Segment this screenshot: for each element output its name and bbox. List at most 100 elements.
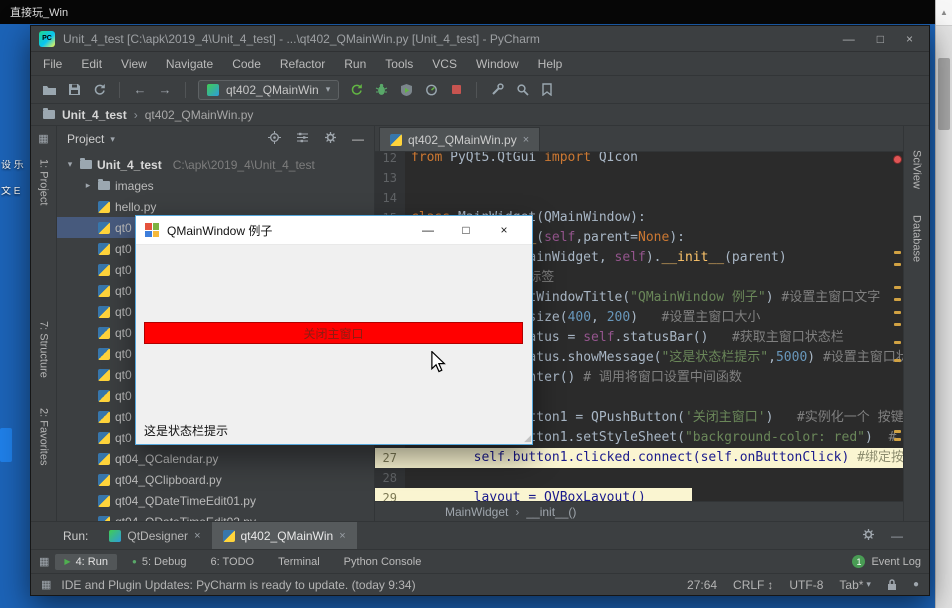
warning-stripe-mark[interactable] <box>894 286 901 289</box>
line-number[interactable]: 14 <box>375 188 405 208</box>
line-number[interactable]: 27 <box>375 448 405 468</box>
warning-stripe-mark[interactable] <box>894 341 901 344</box>
line-number[interactable]: 28 <box>375 468 405 488</box>
scrollbar-thumb[interactable] <box>938 58 950 130</box>
desktop-scrollbar[interactable]: ▲ <box>935 0 952 608</box>
code-line[interactable]: 29 layout = QVBoxLayout() <box>375 488 903 501</box>
statusbar-grid-icon[interactable]: ▦ <box>41 578 51 591</box>
quick-access-icon[interactable]: ▦ <box>39 555 49 568</box>
code-line[interactable]: 12from PyQt5.QtGui import QIcon <box>375 152 903 168</box>
desktop-icon-label[interactable]: 文 E <box>1 186 29 198</box>
inspections-icon[interactable]: ● <box>913 579 919 590</box>
menu-view[interactable]: View <box>121 57 147 71</box>
toolwindow-event-log[interactable]: Event Log <box>871 556 921 568</box>
tree-item[interactable]: qt04_QDateTimeEdit02.py <box>57 511 374 521</box>
hide-panel-icon[interactable]: — <box>891 529 903 543</box>
bookmark-icon[interactable] <box>539 83 555 96</box>
menu-navigate[interactable]: Navigate <box>166 57 213 71</box>
toolwindow-5-debug[interactable]: ●5: Debug <box>123 554 196 570</box>
tool-tab-project[interactable]: 1: Project <box>38 159 50 205</box>
background-window-titlebar[interactable]: 直接玩_Win <box>0 0 935 24</box>
tool-tab-sciview[interactable]: SciView <box>911 150 923 189</box>
minimize-button[interactable]: — <box>843 32 855 46</box>
code-line[interactable]: 14 <box>375 188 903 208</box>
close-icon[interactable]: × <box>194 530 200 542</box>
search-icon[interactable] <box>514 83 530 96</box>
tool-tab-favorites[interactable]: 2: Favorites <box>38 408 50 465</box>
filter-icon[interactable] <box>296 132 309 146</box>
close-icon[interactable]: × <box>339 530 345 542</box>
open-icon[interactable] <box>41 83 57 96</box>
tree-item[interactable]: ▾Unit_4_testC:\apk\2019_4\Unit_4_test <box>57 154 374 175</box>
gear-icon[interactable] <box>862 528 875 544</box>
file-encoding[interactable]: UTF-8 <box>789 578 823 592</box>
qt-titlebar[interactable]: QMainWindow 例子 — □ × <box>136 216 532 245</box>
run-tab-qt402_qmainwin[interactable]: qt402_QMainWin× <box>212 522 357 550</box>
tool-buttons-icon[interactable]: ▦ <box>38 132 48 145</box>
error-indicator-icon[interactable] <box>893 155 902 164</box>
breadcrumb-method[interactable]: __init__() <box>526 505 576 519</box>
forward-icon[interactable]: → <box>157 82 173 97</box>
menu-window[interactable]: Window <box>476 57 519 71</box>
maximize-button[interactable]: □ <box>877 32 884 46</box>
run-coverage-icon[interactable] <box>398 83 414 96</box>
code-line[interactable]: 28 <box>375 468 903 488</box>
menu-code[interactable]: Code <box>232 57 261 71</box>
line-number[interactable]: 29 <box>375 488 405 501</box>
back-icon[interactable]: ← <box>132 82 148 97</box>
editor-tab[interactable]: qt402_QMainWin.py × <box>379 127 540 151</box>
project-view-selector[interactable]: Project <box>67 132 104 146</box>
code-line[interactable]: 27 self.button1.clicked.connect(self.onB… <box>375 448 903 468</box>
profiler-icon[interactable] <box>423 83 439 96</box>
warning-stripe-mark[interactable] <box>894 359 901 362</box>
close-icon[interactable]: × <box>523 134 529 146</box>
tool-tab-database[interactable]: Database <box>911 215 923 262</box>
tree-item[interactable]: qt04_QDateTimeEdit01.py <box>57 490 374 511</box>
stop-icon[interactable] <box>448 84 464 95</box>
lock-icon[interactable] <box>887 578 897 591</box>
line-number[interactable]: 12 <box>375 152 405 168</box>
wrench-icon[interactable] <box>489 83 505 96</box>
warning-stripe-mark[interactable] <box>894 251 901 254</box>
save-icon[interactable] <box>66 83 82 96</box>
menu-help[interactable]: Help <box>538 57 563 71</box>
indent-style[interactable]: Tab* <box>839 578 863 592</box>
toolwindow-4-run[interactable]: ▶4: Run <box>55 554 117 570</box>
toolwindow-python-console[interactable]: Python Console <box>335 554 431 570</box>
tree-item[interactable]: qt04_QCalendar.py <box>57 448 374 469</box>
tree-item[interactable]: qt04_QClipboard.py <box>57 469 374 490</box>
caret-position[interactable]: 27:64 <box>687 578 717 592</box>
debug-icon[interactable] <box>373 83 389 96</box>
run-tab-qtdesigner[interactable]: QtDesigner× <box>98 522 211 550</box>
desktop-app-icon[interactable] <box>0 428 12 462</box>
close-main-window-button[interactable]: 关闭主窗口 <box>144 322 523 344</box>
titlebar[interactable]: PC Unit_4_test [C:\apk\2019_4\Unit_4_tes… <box>31 26 929 52</box>
breadcrumb-project[interactable]: Unit_4_test <box>62 108 127 122</box>
warning-stripe-mark[interactable] <box>894 263 901 266</box>
close-button[interactable]: × <box>906 32 913 46</box>
qt-minimize-button[interactable]: — <box>409 223 447 237</box>
code-line[interactable]: 13 <box>375 168 903 188</box>
line-separator[interactable]: CRLF <box>733 578 764 592</box>
line-number[interactable]: 13 <box>375 168 405 188</box>
hide-panel-icon[interactable]: — <box>352 132 364 146</box>
menu-tools[interactable]: Tools <box>385 57 413 71</box>
tree-item[interactable]: ▸images <box>57 175 374 196</box>
toolwindow-6-todo[interactable]: 6: TODO <box>201 554 263 570</box>
warning-stripe-mark[interactable] <box>894 438 901 441</box>
warning-stripe-mark[interactable] <box>894 311 901 314</box>
desktop-icon-label[interactable]: 设 乐 <box>1 160 29 172</box>
menu-refactor[interactable]: Refactor <box>280 57 325 71</box>
qt-close-button[interactable]: × <box>485 223 523 237</box>
qt-maximize-button[interactable]: □ <box>447 223 485 237</box>
gear-icon[interactable] <box>324 131 337 147</box>
tree-item[interactable]: hello.py <box>57 196 374 217</box>
menu-file[interactable]: File <box>43 57 62 71</box>
breadcrumb-file[interactable]: qt402_QMainWin.py <box>145 108 254 122</box>
warning-stripe-mark[interactable] <box>894 323 901 326</box>
warning-stripe-mark[interactable] <box>894 298 901 301</box>
toolwindow-terminal[interactable]: Terminal <box>269 554 329 570</box>
tool-tab-structure[interactable]: 7: Structure <box>38 321 50 378</box>
menu-edit[interactable]: Edit <box>81 57 102 71</box>
warning-stripe-mark[interactable] <box>894 430 901 433</box>
